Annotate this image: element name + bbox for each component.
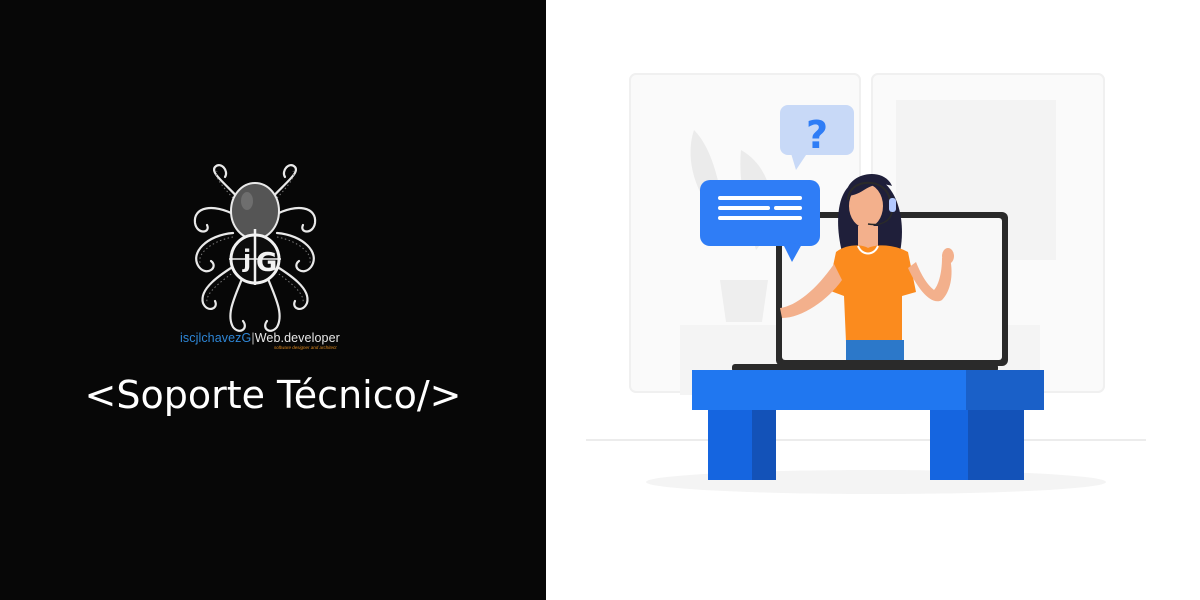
page-title: <Soporte Técnico/> xyxy=(84,373,462,417)
right-panel: ? xyxy=(546,0,1200,600)
logo-wordmark: iscjlchavezG|Web.developer xyxy=(180,331,380,345)
support-agent-illustration: ? xyxy=(586,73,1146,494)
svg-text:j: j xyxy=(242,245,251,273)
question-mark-icon: ? xyxy=(806,113,828,157)
left-panel: j G iscjlchavezG|Web.developer software … xyxy=(0,0,546,600)
logo-tagline: software designer and architect xyxy=(274,345,337,350)
logo-monogram: G xyxy=(256,248,277,278)
octopus-logo: j G xyxy=(193,164,317,332)
logo-brand-suffix: Web.developer xyxy=(254,331,340,345)
desk xyxy=(692,370,1044,480)
logo-brand-prefix: iscjlchavezG xyxy=(180,331,252,345)
